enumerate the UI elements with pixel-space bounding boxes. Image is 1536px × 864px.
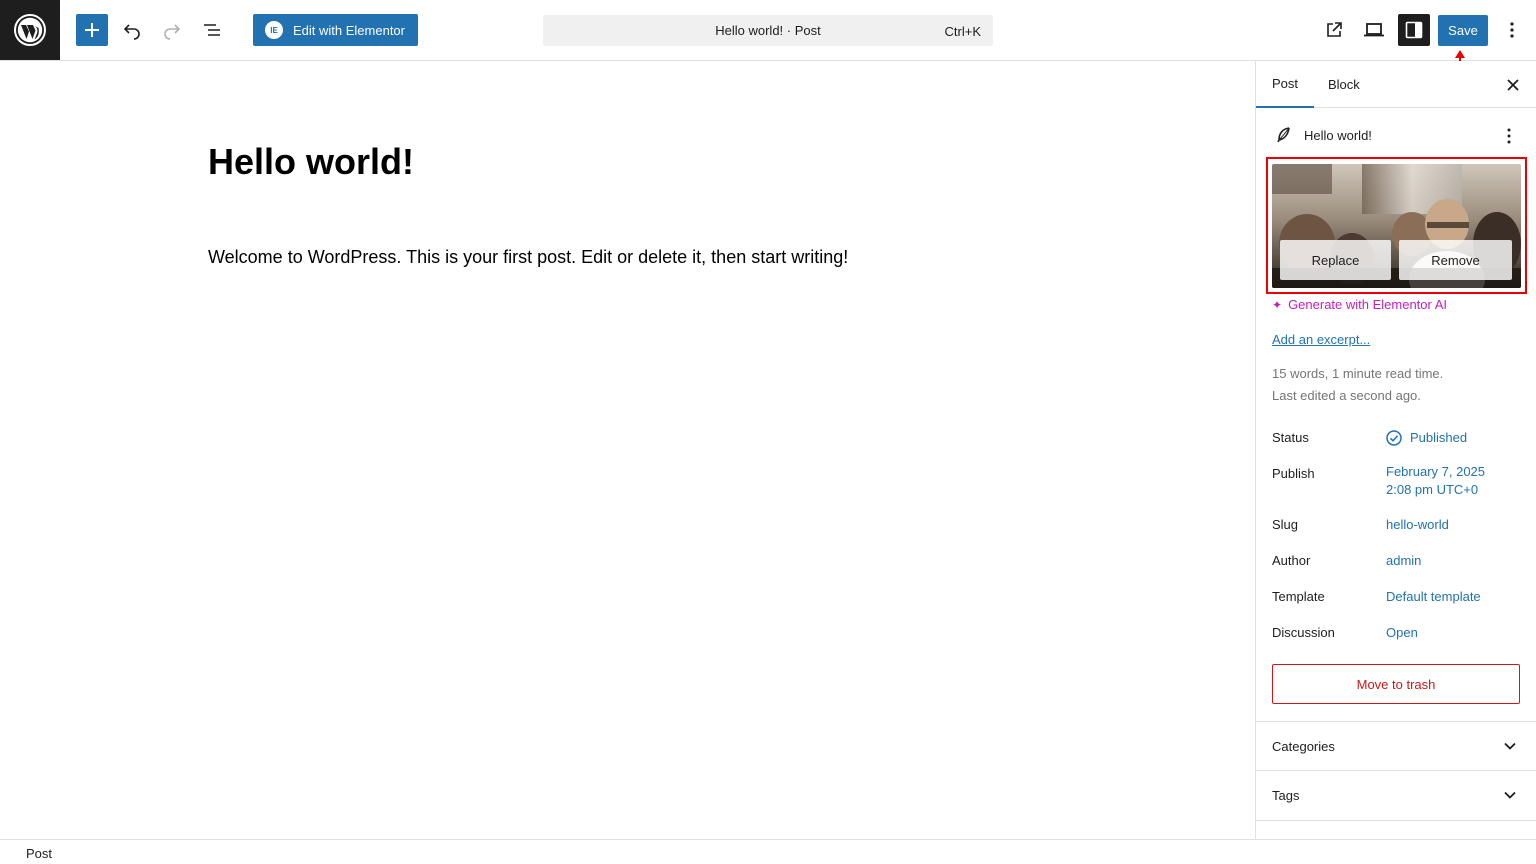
edit-with-elementor-label: Edit with Elementor	[293, 22, 405, 38]
view-post-button[interactable]	[1318, 14, 1350, 46]
redo-icon	[164, 24, 181, 40]
wordpress-logo-button[interactable]	[0, 0, 60, 60]
remove-image-button[interactable]: Remove	[1399, 240, 1512, 280]
featured-image[interactable]: Replace Remove	[1272, 164, 1521, 288]
more-vertical-icon	[1507, 128, 1511, 144]
discussion-value[interactable]: Open	[1386, 624, 1418, 642]
template-value[interactable]: Default template	[1386, 588, 1481, 606]
template-label: Template	[1272, 589, 1325, 604]
command-palette-bar[interactable]: Hello world! · Post Ctrl+K	[543, 15, 993, 46]
status-value[interactable]: Published	[1386, 429, 1467, 447]
generate-ai-label: Generate with Elementor AI	[1288, 297, 1448, 312]
chevron-down-icon	[1504, 742, 1516, 750]
sidebar-icon	[1405, 21, 1423, 39]
editor-header: IE Edit with Elementor Hello world! · Po…	[0, 0, 1536, 61]
preview-button[interactable]	[1358, 14, 1390, 46]
elementor-icon: IE	[265, 21, 283, 39]
external-link-icon	[1327, 22, 1342, 37]
last-edited: Last edited a second ago.	[1272, 388, 1421, 403]
undo-button[interactable]	[116, 14, 148, 46]
status-label: Status	[1272, 430, 1309, 445]
post-feather-icon	[1272, 123, 1296, 147]
status-value-label: Published	[1410, 430, 1468, 445]
editor-canvas: Hello world! Welcome to WordPress. This …	[0, 61, 1255, 839]
published-check-icon	[1386, 430, 1402, 446]
tab-block[interactable]: Block	[1312, 61, 1376, 108]
document-overview-button[interactable]	[196, 14, 228, 46]
chevron-down-icon	[1504, 791, 1516, 799]
tags-panel-toggle[interactable]: Tags	[1256, 770, 1536, 820]
document-title: Hello world! · Post	[715, 23, 821, 38]
block-breadcrumb-bar: Post	[0, 839, 1536, 864]
publish-date: February 7, 2025	[1386, 464, 1486, 479]
slug-value[interactable]: hello-world	[1386, 516, 1449, 534]
settings-toggle-button[interactable]	[1398, 14, 1430, 46]
replace-image-button[interactable]: Replace	[1280, 240, 1391, 280]
author-label: Author	[1272, 553, 1311, 568]
plus-icon	[85, 23, 99, 37]
breadcrumb-post[interactable]: Post	[26, 846, 52, 861]
post-summary-header: Hello world!	[1272, 123, 1522, 147]
save-button[interactable]: Save	[1438, 15, 1488, 46]
options-button[interactable]	[1496, 14, 1528, 46]
close-settings-button[interactable]	[1497, 69, 1529, 101]
categories-panel-title: Categories	[1272, 739, 1335, 754]
tab-post[interactable]: Post	[1256, 61, 1315, 108]
desktop-icon	[1364, 23, 1384, 37]
settings-sidebar: Post Block Hello world! Replace Remove ✦…	[1255, 61, 1536, 839]
post-title[interactable]: Hello world!	[208, 141, 414, 183]
edit-with-elementor-button[interactable]: IE Edit with Elementor	[253, 14, 418, 46]
redo-button[interactable]	[156, 14, 188, 46]
generate-with-elementor-ai-button[interactable]: ✦ Generate with Elementor AI	[1272, 297, 1447, 312]
publish-time: 2:08 pm UTC+0	[1386, 482, 1479, 497]
sparkle-icon: ✦	[1272, 297, 1283, 312]
categories-panel-toggle[interactable]: Categories	[1256, 721, 1536, 771]
undo-icon	[123, 24, 140, 40]
author-value[interactable]: admin	[1386, 552, 1421, 570]
add-excerpt-link[interactable]: Add an excerpt...	[1272, 332, 1370, 347]
sidebar-tabs: Post Block	[1256, 61, 1536, 108]
list-view-icon	[204, 24, 220, 36]
discussion-label: Discussion	[1272, 625, 1335, 640]
word-count: 15 words, 1 minute read time.	[1272, 366, 1444, 381]
publish-date-value[interactable]: February 7, 2025 2:08 pm UTC+0	[1386, 463, 1485, 499]
block-inserter-button[interactable]	[76, 14, 108, 46]
move-to-trash-button[interactable]: Move to trash	[1272, 664, 1520, 704]
publish-label: Publish	[1272, 466, 1315, 481]
paragraph-block[interactable]: Welcome to WordPress. This is your first…	[208, 247, 848, 268]
slug-label: Slug	[1272, 517, 1299, 532]
close-icon	[1507, 79, 1519, 91]
command-shortcut: Ctrl+K	[944, 24, 981, 39]
next-panel-divider	[1256, 820, 1536, 839]
tags-panel-title: Tags	[1272, 788, 1300, 803]
wordpress-icon	[14, 14, 46, 46]
post-actions-button[interactable]	[1493, 120, 1525, 152]
post-summary-title: Hello world!	[1304, 127, 1372, 143]
more-vertical-icon	[1510, 22, 1514, 38]
